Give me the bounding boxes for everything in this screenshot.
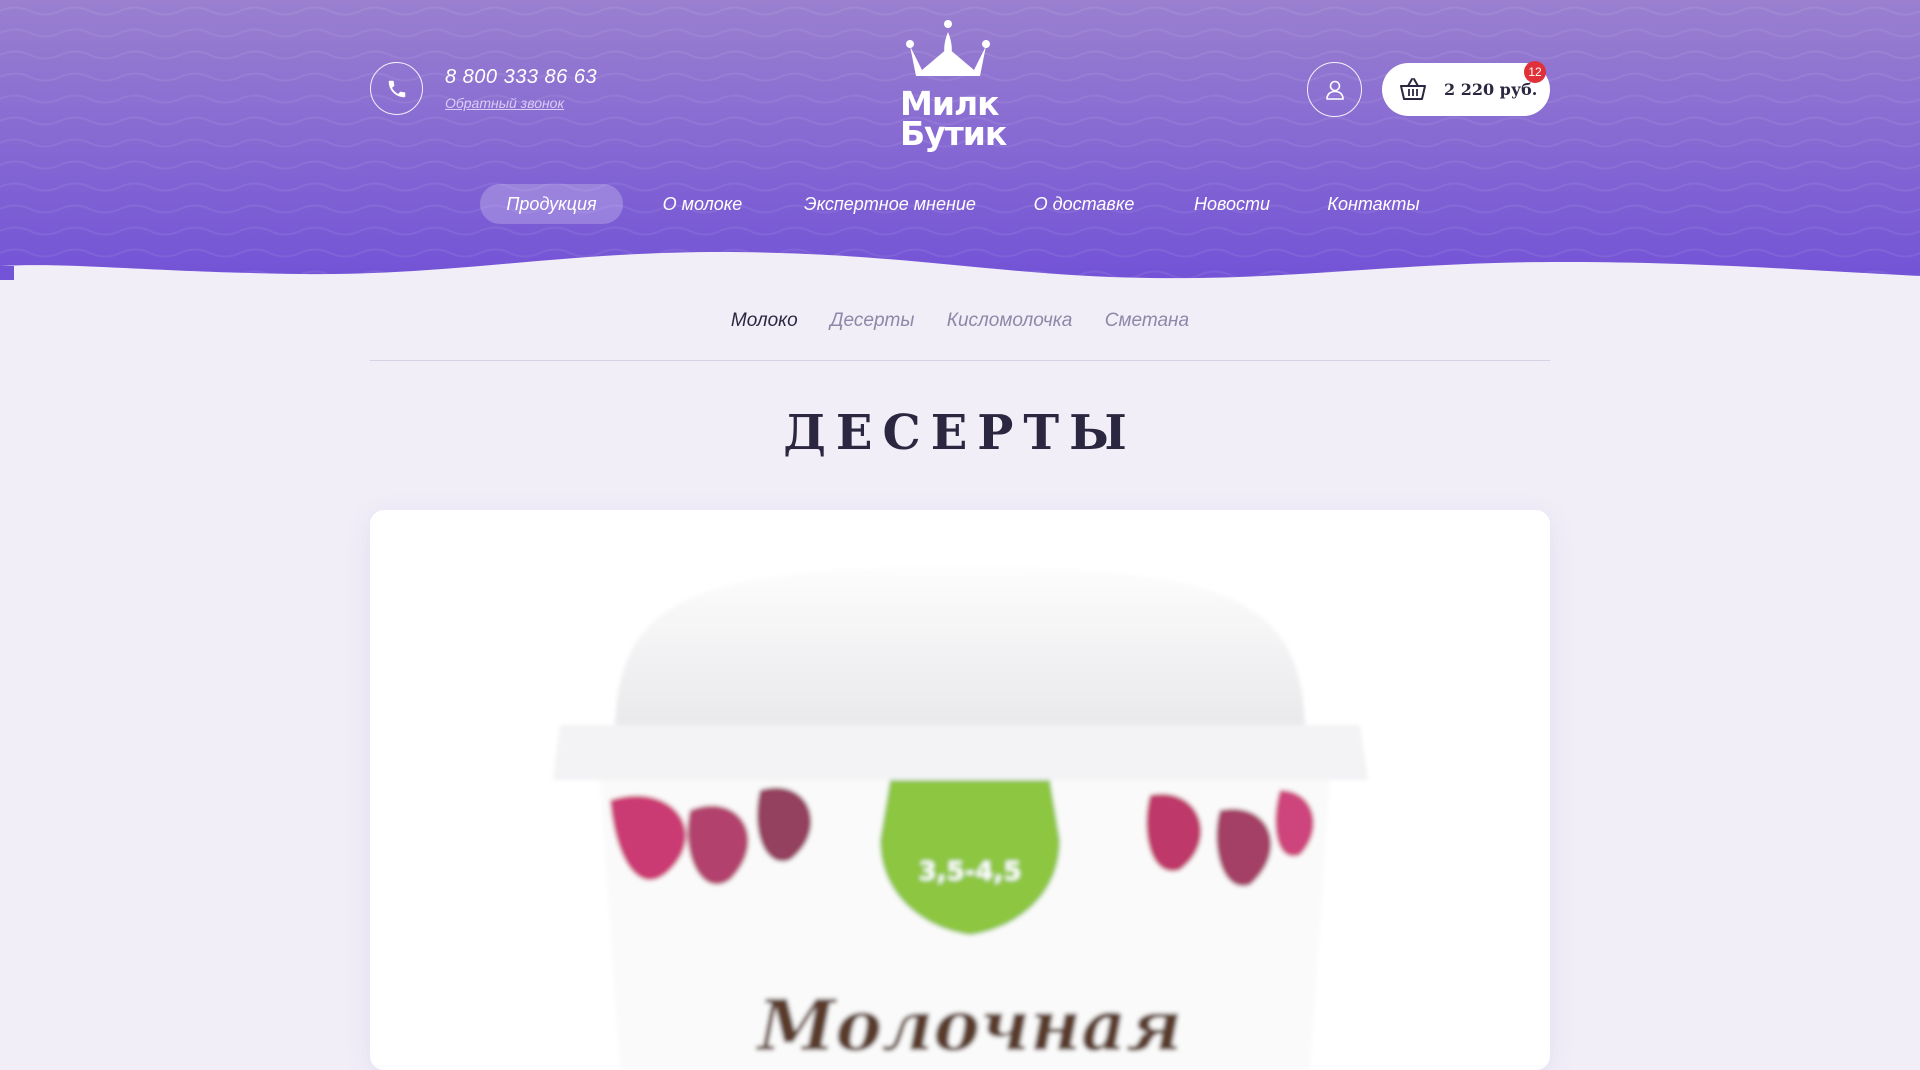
user-icon: [1325, 80, 1344, 100]
category-tabs: Молоко Десерты Кисломолочка Сметана: [370, 310, 1550, 361]
nav-item-contacts[interactable]: Контакты: [1326, 184, 1421, 224]
nav-item-delivery[interactable]: О доставке: [1030, 184, 1138, 224]
cart-total: 2 220 руб.: [1444, 80, 1538, 99]
nav-item-about-milk[interactable]: О молоке: [655, 184, 750, 224]
product-card[interactable]: 3,5-4,5 Молочная: [370, 510, 1550, 1070]
crown-icon: [906, 20, 990, 76]
phone-button[interactable]: [370, 62, 423, 115]
tab-sour-milk[interactable]: Кисломолочка: [947, 310, 1073, 332]
main-nav: Продукция О молоке Экспертное мнение О д…: [0, 184, 1920, 224]
nav-item-products[interactable]: Продукция: [480, 184, 623, 224]
fat-content-label: 3,5-4,5: [919, 857, 1022, 887]
callback-link[interactable]: Обратный звонок: [445, 95, 564, 111]
page-title: ДЕСЕРТЫ: [783, 405, 1137, 461]
site-header: 8 800 333 86 63 Обратный звонок Милк Бут…: [0, 0, 1920, 290]
basket-icon: [1400, 78, 1426, 100]
product-image: 3,5-4,5 Молочная: [553, 566, 1368, 1070]
phone-icon: [388, 80, 405, 97]
site-logo[interactable]: Милк Бутик: [900, 18, 1007, 158]
account-button[interactable]: [1307, 62, 1362, 117]
nav-item-expert-opinion[interactable]: Экспертное мнение: [804, 184, 976, 224]
nav-item-news[interactable]: Новости: [1192, 184, 1272, 224]
tab-milk[interactable]: Молоко: [731, 310, 798, 332]
logo-line-2: Бутик: [900, 114, 1007, 153]
tab-sour-cream[interactable]: Сметана: [1105, 310, 1189, 332]
phone-number[interactable]: 8 800 333 86 63: [445, 66, 597, 89]
tab-desserts[interactable]: Десерты: [830, 310, 914, 332]
cart-count-badge: 12: [1524, 61, 1546, 83]
brand-label: Молочная: [756, 984, 1182, 1067]
